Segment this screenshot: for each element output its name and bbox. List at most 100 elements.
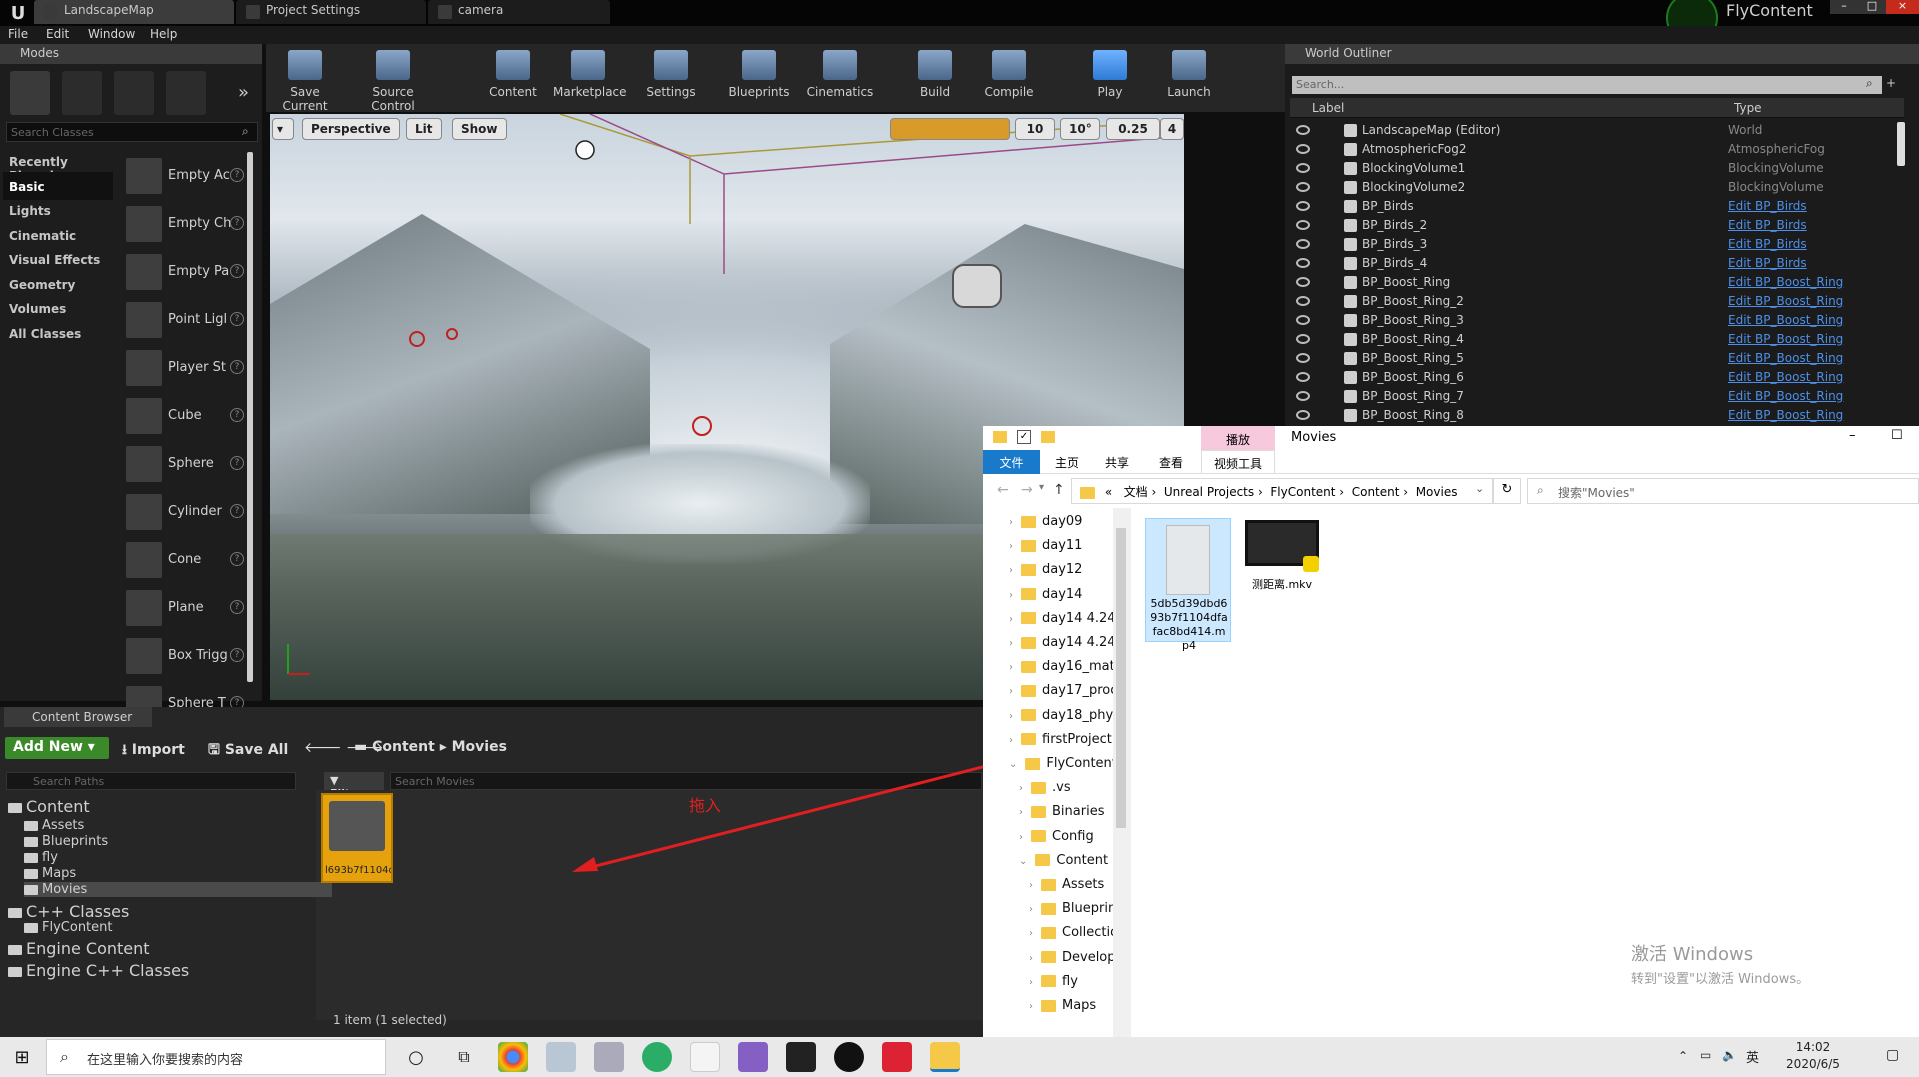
nav-folder-assets[interactable]: › Assets <box>1029 877 1113 892</box>
nav-folder-day09[interactable]: › day09 <box>1009 514 1113 529</box>
tab-project-settings[interactable]: Project Settings <box>236 0 426 24</box>
visibility-eye-icon[interactable] <box>1296 220 1310 230</box>
help-icon[interactable]: ? <box>230 168 244 182</box>
nav-folder-maps[interactable]: › Maps <box>1029 998 1113 1013</box>
ime-indicator[interactable]: 英 <box>1746 1047 1759 1066</box>
file-mp4[interactable]: 5db5d39dbd693b7f1104dfafac8bd414.mp4 <box>1145 518 1231 652</box>
help-icon[interactable]: ? <box>230 600 244 614</box>
expand-chevron-icon[interactable]: › <box>1009 638 1013 649</box>
place-item[interactable]: Cube? <box>126 394 246 438</box>
nav-scrollbar-thumb[interactable] <box>1116 528 1126 828</box>
network-icon[interactable]: ▭ <box>1700 1048 1711 1062</box>
expand-chevron-icon[interactable]: › <box>1009 565 1013 576</box>
edit-blueprint-link[interactable]: Edit BP_Boost_Ring <box>1728 408 1843 422</box>
movie-asset-tile[interactable]: l693b7f1104df <box>321 793 393 883</box>
explorer-maximize-button[interactable]: ☐ <box>1891 428 1903 443</box>
clock-time[interactable]: 14:02 <box>1778 1040 1848 1054</box>
show-button[interactable]: Show <box>452 118 507 140</box>
expand-chevron-icon[interactable]: › <box>1029 977 1033 988</box>
visibility-eye-icon[interactable] <box>1296 277 1310 287</box>
foliage-mode-icon[interactable] <box>166 71 206 115</box>
explorer-search-input[interactable]: 搜索"Movies" <box>1527 478 1919 504</box>
nav-folder-day14-4-24-[interactable]: › day14 4.24 - <box>1009 635 1113 650</box>
tray-chevron-icon[interactable]: ⌃ <box>1678 1049 1688 1063</box>
paint-mode-icon[interactable] <box>62 71 102 115</box>
edit-blueprint-link[interactable]: Edit BP_Birds <box>1728 199 1807 213</box>
ribbon-tab-video-tools[interactable]: 视频工具 <box>1201 450 1275 474</box>
expand-chevron-icon[interactable]: › <box>1019 783 1023 794</box>
close-button[interactable]: × <box>1886 0 1919 14</box>
explorer-minimize-button[interactable]: – <box>1849 428 1856 443</box>
monitor-app-icon[interactable] <box>546 1042 576 1072</box>
visibility-eye-icon[interactable] <box>1296 125 1310 135</box>
help-icon[interactable]: ? <box>230 264 244 278</box>
filters-button[interactable]: ▼ Filters ▾ <box>324 772 384 813</box>
nav-folder-day17-proce[interactable]: › day17_proce <box>1009 683 1113 698</box>
crumb-unreal-projects[interactable]: Unreal Projects <box>1164 485 1254 499</box>
maximize-button[interactable]: □ <box>1858 0 1886 14</box>
app-red-icon[interactable] <box>882 1042 912 1072</box>
edit-blueprint-link[interactable]: Edit BP_Boost_Ring <box>1728 370 1843 384</box>
edit-blueprint-link[interactable]: Edit BP_Boost_Ring <box>1728 389 1843 403</box>
outliner-row[interactable]: BP_Boost_Ring_7 Edit BP_Boost_Ring <box>1290 387 1850 406</box>
nav-folder-day14-4-24[interactable]: › day14 4.24 <box>1009 611 1113 626</box>
visibility-eye-icon[interactable] <box>1296 144 1310 154</box>
notifications-icon[interactable]: ▢ <box>1886 1047 1899 1063</box>
build-button[interactable]: Build <box>900 50 970 104</box>
menu-file[interactable]: File <box>8 27 28 41</box>
ribbon-tab-share[interactable]: 共享 <box>1105 454 1129 471</box>
nav-folder-day12[interactable]: › day12 <box>1009 562 1113 577</box>
help-icon[interactable]: ? <box>230 456 244 470</box>
nav-folder-firstproject[interactable]: › firstProject <box>1009 732 1113 747</box>
modes-scrollbar[interactable] <box>247 152 253 682</box>
visibility-eye-icon[interactable] <box>1296 258 1310 268</box>
outliner-row[interactable]: AtmosphericFog2 AtmosphericFog <box>1290 140 1850 159</box>
nav-folder-fly[interactable]: › fly <box>1029 974 1113 989</box>
content-button[interactable]: Content <box>478 50 548 104</box>
outliner-row[interactable]: BlockingVolume2 BlockingVolume <box>1290 178 1850 197</box>
expand-chevron-icon[interactable]: › <box>1029 1001 1033 1012</box>
typora-icon[interactable] <box>690 1042 720 1072</box>
file-mkv[interactable]: 测距离.mkv <box>1239 518 1325 608</box>
crumb-flycontent[interactable]: FlyContent <box>1270 485 1335 499</box>
tree-folder-c-classes[interactable]: C++ Classes <box>8 902 129 921</box>
crumb-docs[interactable]: 文档 <box>1124 485 1148 499</box>
search-paths-input[interactable]: Search Paths <box>6 772 296 790</box>
clock-date[interactable]: 2020/6/5 <box>1778 1057 1848 1071</box>
place-item[interactable]: Empty Pa? <box>126 250 246 294</box>
tab-camera[interactable]: camera <box>428 0 610 24</box>
search-classes-input[interactable]: Search Classes <box>6 122 258 142</box>
compile-button[interactable]: Compile <box>974 50 1044 104</box>
address-bar[interactable]: « 文档 › Unreal Projects › FlyContent › Co… <box>1071 478 1493 504</box>
address-dropdown-icon[interactable]: ⌄ <box>1475 482 1484 495</box>
source-control-button[interactable]: Source Control <box>350 50 436 113</box>
breadcrumb-movies[interactable]: Movies <box>452 739 507 755</box>
visibility-eye-icon[interactable] <box>1296 201 1310 211</box>
taskbar-search-input[interactable]: 在这里输入你要搜索的内容 <box>46 1039 386 1075</box>
wechat-icon[interactable] <box>642 1042 672 1072</box>
place-item[interactable]: Cylinder? <box>126 490 246 534</box>
up-button[interactable]: ↑ <box>1053 482 1065 498</box>
marketplace-button[interactable]: Marketplace <box>553 50 627 104</box>
menu-edit[interactable]: Edit <box>46 27 69 41</box>
expand-chevron-icon[interactable]: ⌄ <box>1009 759 1017 770</box>
scale-snap-value[interactable]: 0.25 <box>1106 118 1160 140</box>
tree-folder-content[interactable]: Content <box>8 797 90 816</box>
save-current-button[interactable]: Save Current <box>270 50 340 113</box>
expand-chevron-icon[interactable]: › <box>1029 953 1033 964</box>
outliner-add-icon[interactable]: + <box>1886 76 1896 90</box>
minimize-button[interactable]: – <box>1830 0 1858 14</box>
unreal-engine-icon[interactable] <box>834 1042 864 1072</box>
outliner-row[interactable]: BlockingVolume1 BlockingVolume <box>1290 159 1850 178</box>
save-all-button[interactable]: 🖫 Save All <box>208 739 288 763</box>
place-item[interactable]: Plane? <box>126 586 246 630</box>
expand-chevron-icon[interactable]: › <box>1019 807 1023 818</box>
nav-folder-day16-mate[interactable]: › day16_mate <box>1009 659 1113 674</box>
place-item[interactable]: Sphere? <box>126 442 246 486</box>
nav-folder-binaries[interactable]: › Binaries <box>1019 804 1113 819</box>
edit-blueprint-link[interactable]: Edit BP_Boost_Ring <box>1728 332 1843 346</box>
tree-folder-movies[interactable]: Movies <box>24 882 332 897</box>
tree-folder-engine-content[interactable]: Engine Content <box>8 939 150 958</box>
photos-app-icon[interactable] <box>594 1042 624 1072</box>
help-icon[interactable]: ? <box>230 408 244 422</box>
